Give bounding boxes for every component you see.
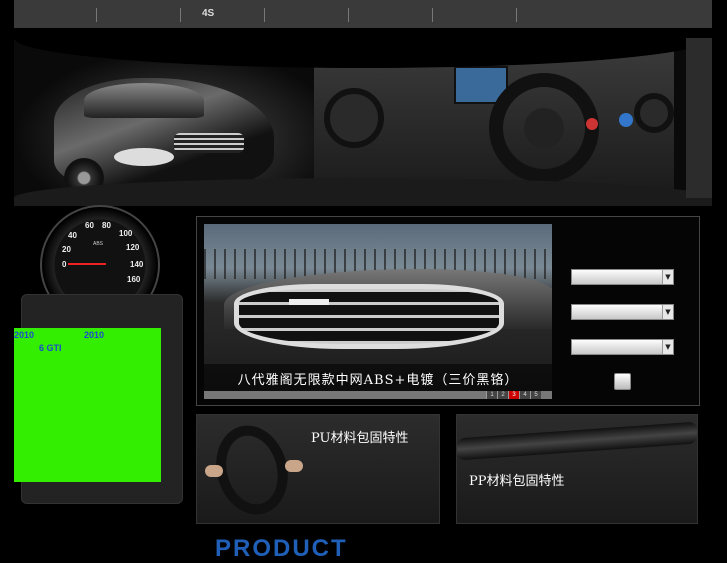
speedo-tick: 120 [126, 243, 140, 252]
nav-item-4s[interactable]: 4S [202, 8, 214, 19]
header-banner [14, 28, 712, 206]
nav-separator [180, 8, 181, 22]
speedo-tick: 160 [127, 275, 141, 284]
banner-right-panel [686, 38, 712, 198]
search-submit-button[interactable] [614, 373, 631, 390]
feature-pp-label: PP材料包固特性 [469, 474, 565, 489]
feature-pp[interactable]: PP材料包固特性 [456, 414, 698, 524]
nav-separator [516, 8, 517, 22]
pu-hand-right [285, 460, 303, 472]
slide-badge [289, 299, 329, 305]
speedo-needle [68, 263, 106, 265]
gauge-red [586, 118, 598, 130]
speedo-tick: 140 [130, 260, 144, 269]
promo-model: 6 GTI [39, 343, 62, 353]
slide-grille [234, 284, 504, 349]
series-select[interactable]: ▼ [571, 304, 674, 320]
nav-separator [264, 8, 265, 22]
speedo-tick: 0 [62, 260, 67, 269]
nav-separator [96, 8, 97, 22]
gauge-blue [619, 113, 633, 127]
feature-pu-label: PU材料包固特性 [311, 431, 409, 446]
car-headlight [114, 148, 174, 166]
speedometer-dial [40, 205, 160, 297]
top-nav: 4S [14, 0, 712, 29]
brand-select[interactable]: ▼ [571, 269, 674, 285]
promo-year-left: 2010 [14, 330, 35, 340]
pu-hand-left [205, 465, 223, 477]
slide-caption: 八代雅阁无限款中网ABS+电镀（三价黑铬） [237, 373, 519, 388]
nav-separator [348, 8, 349, 22]
promo-placeholder[interactable] [14, 328, 161, 482]
banner-dashboard-image [314, 48, 674, 198]
pp-strip-image [457, 421, 697, 461]
model-select[interactable]: ▼ [571, 339, 674, 355]
pager-button-3[interactable]: 3 [508, 391, 519, 399]
nav-separator [432, 8, 433, 22]
product-heading: PRODUCT [215, 535, 348, 562]
chevron-down-icon[interactable]: ▼ [662, 305, 673, 319]
chevron-down-icon[interactable]: ▼ [662, 270, 673, 284]
feature-pu[interactable]: PU材料包固特性 [196, 414, 440, 524]
speedometer: 60 80 100 40 120 20 140 0 160 ABS [40, 205, 160, 297]
promo-year-right: 2010 [84, 330, 105, 340]
dash-vent [634, 93, 674, 133]
speedo-tick: 100 [119, 229, 133, 238]
car-windshield [84, 83, 204, 118]
pager-button-2[interactable]: 2 [497, 391, 508, 399]
chevron-down-icon[interactable]: ▼ [662, 340, 673, 354]
pager-button-1[interactable]: 1 [486, 391, 497, 399]
pager-button-5[interactable]: 5 [530, 391, 541, 399]
speedo-tick: 40 [68, 231, 77, 240]
speedo-tick: 20 [62, 245, 71, 254]
slide-pager: 1 2 3 4 5 [486, 391, 541, 399]
car-grille [174, 133, 244, 153]
gallery-slide[interactable]: 八代雅阁无限款中网ABS+电镀（三价黑铬） 1 2 3 4 5 [204, 224, 552, 399]
speedo-tick: 60 [85, 221, 94, 230]
pager-button-4[interactable]: 4 [519, 391, 530, 399]
steering-hub [524, 108, 564, 148]
dash-vent [324, 88, 384, 148]
banner-car-image [14, 48, 314, 198]
speedo-tick: 80 [102, 221, 111, 230]
speedo-label: ABS [93, 241, 104, 247]
